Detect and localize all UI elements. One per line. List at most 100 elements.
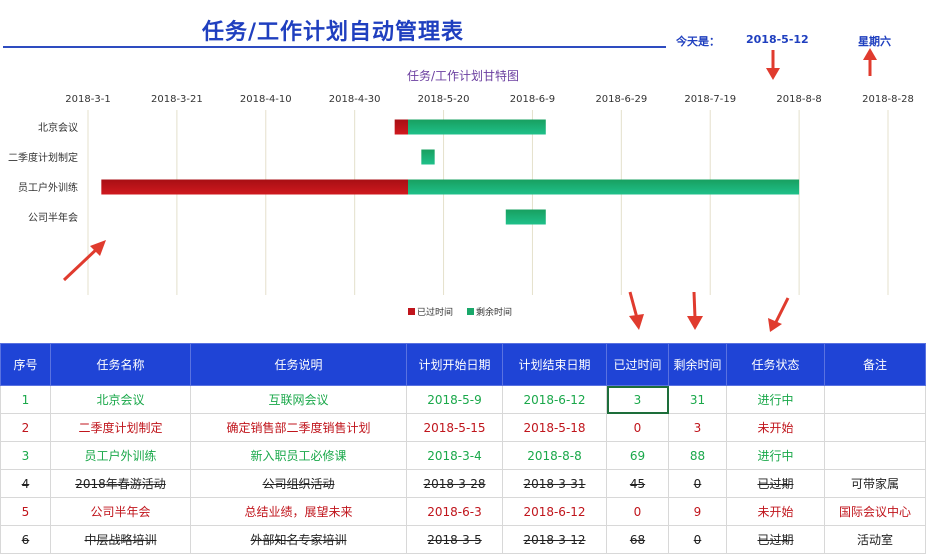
table-row: 3 员工户外训练 新入职员工必修课 2018-3-4 2018-8-8 69 88 进行中 [0, 441, 926, 470]
table-row: 5 公司半年会 总结业绩，展望未来 2018-6-3 2018-6-12 0 9 未开始 国际会… [0, 497, 926, 526]
table-cell[interactable]: 3 [606, 385, 669, 414]
table-cell[interactable]: 3 [668, 413, 727, 442]
table-row: 2 二季度计划制定 确定销售部二季度销售计划 2018-5-15 2018-5-18 0 3… [0, 413, 926, 442]
table-cell[interactable]: 外部知名专家培训 [190, 525, 407, 554]
table-cell[interactable]: 2018-5-15 [406, 413, 503, 442]
column-header[interactable]: 任务状态 [726, 343, 825, 386]
table-cell[interactable] [824, 385, 926, 414]
table-cell[interactable]: 2018-6-12 [502, 497, 607, 526]
table-cell[interactable]: 2018-3-12 [502, 525, 607, 554]
column-header[interactable]: 任务说明 [190, 343, 407, 386]
table-header-row: 序号 任务名称 任务说明 计划开始日期 计划结束日期 已过时间 剩余时间 任务状态 备注 [0, 343, 926, 386]
x-tick-label: 2018-4-10 [240, 94, 292, 105]
chart-title: 任务/工作计划甘特图 [407, 68, 519, 83]
annotation-arrow-icon [628, 291, 644, 330]
table-cell[interactable]: 5 [0, 497, 51, 526]
y-category-label: 北京会议 [38, 121, 78, 134]
column-header[interactable]: 备注 [824, 343, 926, 386]
table-cell[interactable]: 2018-3-5 [406, 525, 503, 554]
column-header[interactable]: 序号 [0, 343, 51, 386]
task-table[interactable]: 序号 任务名称 任务说明 计划开始日期 计划结束日期 已过时间 剩余时间 任务状态 备注 1 北京… [0, 343, 926, 554]
bar-passed-time [101, 179, 408, 195]
table-cell[interactable]: 未开始 [726, 497, 825, 526]
bar-remaining-time [505, 209, 546, 225]
table-cell[interactable]: 新入职员工必修课 [190, 441, 407, 470]
table-cell[interactable]: 2018年春游活动 [50, 469, 191, 498]
x-tick-label: 2018-7-19 [684, 94, 736, 105]
table-cell[interactable]: 69 [606, 441, 669, 470]
table-cell[interactable]: 确定销售部二季度销售计划 [190, 413, 407, 442]
table-cell[interactable]: 68 [606, 525, 669, 554]
column-header[interactable]: 计划结束日期 [502, 343, 607, 386]
legend-label: 剩余时间 [476, 306, 512, 318]
y-category-label: 公司半年会 [28, 211, 78, 224]
table-cell[interactable]: 45 [606, 469, 669, 498]
y-category-label: 员工户外训练 [18, 181, 78, 194]
table-cell[interactable]: 员工户外训练 [50, 441, 191, 470]
table-cell[interactable]: 总结业绩，展望未来 [190, 497, 407, 526]
y-axis-categories: 北京会议二季度计划制定员工户外训练公司半年会 [8, 121, 78, 224]
table-cell[interactable]: 0 [606, 497, 669, 526]
legend-label: 已过时间 [417, 306, 453, 318]
annotation-arrow-icon [768, 297, 790, 332]
x-tick-label: 2018-8-8 [776, 94, 821, 105]
table-cell[interactable]: 2018-3-28 [406, 469, 503, 498]
x-tick-label: 2018-5-20 [418, 94, 470, 105]
x-tick-label: 2018-6-29 [595, 94, 647, 105]
column-header[interactable]: 计划开始日期 [406, 343, 503, 386]
table-cell[interactable]: 2018-3-31 [502, 469, 607, 498]
table-cell[interactable]: 31 [668, 385, 727, 414]
annotation-arrow-icon [687, 291, 703, 330]
table-cell[interactable]: 6 [0, 525, 51, 554]
table-cell[interactable]: 2018-8-8 [502, 441, 607, 470]
table-cell[interactable]: 2018-5-18 [502, 413, 607, 442]
table-cell[interactable]: 中层战略培训 [50, 525, 191, 554]
table-cell[interactable]: 活动室 [824, 525, 926, 554]
table-cell[interactable]: 二季度计划制定 [50, 413, 191, 442]
table-cell[interactable]: 公司组织活动 [190, 469, 407, 498]
table-cell[interactable]: 0 [668, 469, 727, 498]
table-cell[interactable]: 国际会议中心 [824, 497, 926, 526]
table-cell[interactable]: 2018-5-9 [406, 385, 503, 414]
table-cell[interactable]: 进行中 [726, 385, 825, 414]
table-cell[interactable]: 进行中 [726, 441, 825, 470]
table-cell[interactable]: 1 [0, 385, 51, 414]
bar-passed-time [394, 119, 408, 135]
table-cell[interactable]: 北京会议 [50, 385, 191, 414]
table-cell[interactable]: 2018-6-12 [502, 385, 607, 414]
today-date-cell[interactable]: 2018-5-12 [746, 33, 809, 46]
table-cell[interactable] [824, 441, 926, 470]
table-cell[interactable]: 88 [668, 441, 727, 470]
table-cell[interactable]: 已过期 [726, 469, 825, 498]
column-header[interactable]: 剩余时间 [668, 343, 727, 386]
table-cell[interactable]: 0 [606, 413, 669, 442]
table-cell[interactable]: 4 [0, 469, 51, 498]
column-header[interactable]: 任务名称 [50, 343, 191, 386]
legend-swatch [467, 308, 474, 315]
annotation-arrow-icon [766, 50, 780, 80]
x-tick-label: 2018-8-28 [862, 94, 914, 105]
y-category-label: 二季度计划制定 [8, 151, 78, 164]
table-cell[interactable] [824, 413, 926, 442]
table-cell[interactable]: 2018-3-4 [406, 441, 503, 470]
table-cell[interactable]: 可带家属 [824, 469, 926, 498]
chart-bars [101, 119, 800, 225]
table-cell[interactable]: 0 [668, 525, 727, 554]
legend-swatch [408, 308, 415, 315]
table-cell[interactable]: 9 [668, 497, 727, 526]
annotation-arrow-icon [863, 48, 877, 76]
table-cell[interactable]: 已过期 [726, 525, 825, 554]
table-row: 4 2018年春游活动 公司组织活动 2018-3-28 2018-3-31 45 0 已过期… [0, 469, 926, 498]
title-underline [3, 46, 666, 48]
chart-grid [87, 110, 889, 295]
table-row: 6 中层战略培训 外部知名专家培训 2018-3-5 2018-3-12 68 0 已过期 活动… [0, 525, 926, 554]
column-header[interactable]: 已过时间 [606, 343, 669, 386]
table-cell[interactable]: 2 [0, 413, 51, 442]
table-cell[interactable]: 2018-6-3 [406, 497, 503, 526]
table-cell[interactable]: 公司半年会 [50, 497, 191, 526]
table-cell[interactable]: 互联网会议 [190, 385, 407, 414]
table-cell[interactable]: 未开始 [726, 413, 825, 442]
x-tick-label: 2018-3-1 [65, 94, 110, 105]
bar-remaining-time [421, 149, 435, 165]
table-cell[interactable]: 3 [0, 441, 51, 470]
